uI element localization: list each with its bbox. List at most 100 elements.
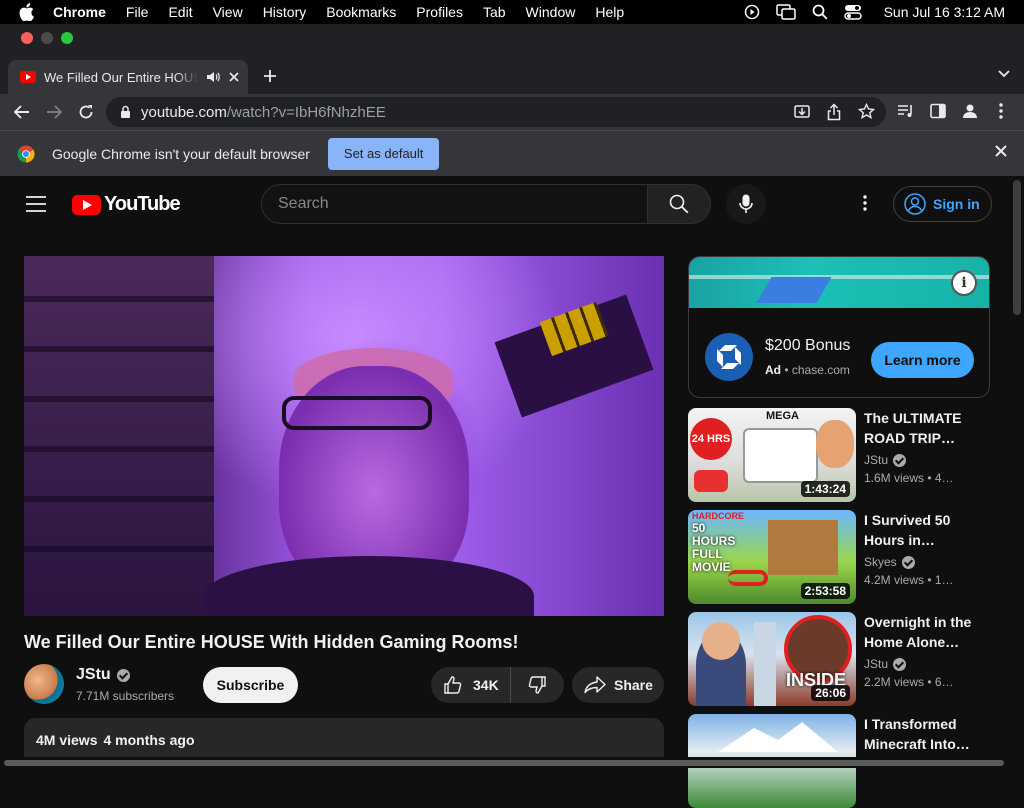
install-app-icon[interactable] <box>793 103 811 121</box>
channel-name[interactable]: Skyes <box>864 555 915 569</box>
horizontal-scrollbar[interactable] <box>0 757 1010 768</box>
tab-title: We Filled Our Entire HOUSE With Hidden G… <box>44 69 198 85</box>
channel-name[interactable]: JStu <box>864 657 907 671</box>
video-player[interactable] <box>24 256 664 616</box>
close-window-button[interactable] <box>21 32 33 44</box>
youtube-favicon-icon <box>20 71 36 83</box>
menu-view[interactable]: View <box>213 4 243 20</box>
video-title[interactable]: I Survived 50 Hours in… <box>864 510 974 550</box>
tab-search-chevron-icon[interactable] <box>998 70 1010 78</box>
subscribe-button[interactable]: Subscribe <box>203 667 298 703</box>
channel-name-text[interactable]: JStu <box>864 453 888 467</box>
channel-name[interactable]: JStu <box>76 666 130 684</box>
audio-playing-icon[interactable] <box>206 70 220 84</box>
video-frame-shirt <box>204 556 534 616</box>
ad-source: Ad • chase.com <box>765 363 850 377</box>
share-label: Share <box>614 677 653 693</box>
menu-edit[interactable]: Edit <box>168 4 192 20</box>
lock-icon[interactable] <box>120 105 131 119</box>
default-browser-infobar: Google Chrome isn't your default browser… <box>0 130 1024 176</box>
ad-banner-image[interactable] <box>689 257 989 308</box>
control-center-icon[interactable] <box>843 4 862 20</box>
screen-mirroring-icon[interactable] <box>775 4 796 20</box>
verified-badge-icon <box>893 453 907 467</box>
channel-name-text[interactable]: JStu <box>76 666 111 684</box>
tab-youtube-video[interactable]: We Filled Our Entire HOUSE With Hidden G… <box>8 60 248 94</box>
menu-history[interactable]: History <box>263 4 307 20</box>
new-tab-button[interactable] <box>260 66 280 86</box>
sign-in-button[interactable]: Sign in <box>893 186 992 222</box>
menu-tab[interactable]: Tab <box>483 4 506 20</box>
menu-file[interactable]: File <box>126 4 149 20</box>
address-bar[interactable]: youtube.com/watch?v=IbH6fNhzhEE <box>106 97 886 127</box>
minimize-window-button[interactable] <box>41 32 53 44</box>
dislike-button[interactable] <box>511 675 563 695</box>
thumbnail-badge: 24 HRS <box>690 418 732 460</box>
play-status-icon[interactable] <box>744 4 760 20</box>
reload-button[interactable] <box>75 101 97 123</box>
sponsored-ad-card[interactable]: i $200 Bonus Ad • chase.com Learn more <box>688 256 990 398</box>
menu-profiles[interactable]: Profiles <box>416 4 463 20</box>
menu-window[interactable]: Window <box>526 4 576 20</box>
video-metadata: 4.2M views • 1… <box>864 573 954 587</box>
subscriber-count: 7.71M subscribers <box>76 689 175 703</box>
share-page-icon[interactable] <box>826 103 842 121</box>
chrome-menu-icon[interactable] <box>999 103 1003 119</box>
zoom-window-button[interactable] <box>61 32 73 44</box>
video-thumbnail[interactable]: INSIDE 26:06 <box>688 612 856 706</box>
youtube-logo[interactable]: YouTube <box>72 193 181 216</box>
side-panel-icon[interactable] <box>930 103 946 119</box>
video-title[interactable]: I Transformed Minecraft Into… <box>864 714 974 754</box>
guide-menu-icon[interactable] <box>26 196 46 212</box>
video-thumbnail[interactable]: HARDCORE 50 HOURS FULL MOVIE 2:53:58 <box>688 510 856 604</box>
profile-icon[interactable] <box>962 103 978 119</box>
like-dislike-group: 34K <box>431 667 564 703</box>
menubar-clock[interactable]: Sun Jul 16 3:12 AM <box>884 4 1005 20</box>
menu-bookmarks[interactable]: Bookmarks <box>326 4 396 20</box>
channel-name-text[interactable]: Skyes <box>864 555 897 569</box>
apple-icon[interactable] <box>18 3 36 21</box>
recommended-video[interactable]: 24 HRS MEGA 1:43:24 The ULTIMATE ROAD TR… <box>688 408 990 502</box>
search-input[interactable]: Search <box>261 184 649 224</box>
forward-button[interactable] <box>43 101 65 123</box>
ad-headline: $200 Bonus <box>765 337 851 354</box>
window-titlebar <box>0 24 1024 53</box>
close-infobar-icon[interactable] <box>995 145 1007 157</box>
video-duration: 26:06 <box>811 685 850 701</box>
video-metadata: 2.2M views • 6… <box>864 675 954 689</box>
verified-badge-icon <box>901 555 915 569</box>
url-path: /watch?v=IbH6fNhzhEE <box>226 103 386 121</box>
thumbnail-caption: MEGA <box>766 410 799 422</box>
bookmark-star-icon[interactable] <box>858 103 875 120</box>
channel-name[interactable]: JStu <box>864 453 907 467</box>
menu-app-chrome[interactable]: Chrome <box>53 4 106 20</box>
ad-info-icon[interactable]: i <box>951 270 977 296</box>
settings-kebab-icon[interactable] <box>856 194 874 212</box>
voice-search-button[interactable] <box>726 184 766 224</box>
channel-name-text[interactable]: JStu <box>864 657 888 671</box>
share-button[interactable]: Share <box>572 667 664 703</box>
search-icon <box>669 194 689 214</box>
set-as-default-button[interactable]: Set as default <box>327 137 440 170</box>
channel-avatar[interactable] <box>24 664 64 704</box>
spotlight-search-icon[interactable] <box>812 4 828 20</box>
search-button[interactable] <box>647 184 711 224</box>
horizontal-scrollbar-thumb[interactable] <box>4 760 1004 766</box>
video-title[interactable]: Overnight in the Home Alone… <box>864 612 974 652</box>
back-button[interactable] <box>11 101 33 123</box>
close-tab-icon[interactable] <box>228 71 240 83</box>
video-duration: 1:43:24 <box>800 481 850 497</box>
microphone-icon <box>739 194 753 214</box>
video-thumbnail[interactable]: 24 HRS MEGA 1:43:24 <box>688 408 856 502</box>
like-button[interactable]: 34K <box>431 667 511 703</box>
media-controls-icon[interactable] <box>897 103 915 119</box>
video-title: We Filled Our Entire HOUSE With Hidden G… <box>24 632 519 652</box>
recommended-video[interactable]: HARDCORE 50 HOURS FULL MOVIE 2:53:58 I S… <box>688 510 990 604</box>
recommended-video[interactable]: INSIDE 26:06 Overnight in the Home Alone… <box>688 612 990 706</box>
like-count: 34K <box>473 677 499 693</box>
learn-more-button[interactable]: Learn more <box>871 342 974 378</box>
vertical-scrollbar-thumb[interactable] <box>1013 180 1021 315</box>
menu-help[interactable]: Help <box>595 4 624 20</box>
youtube-play-logo-icon <box>72 194 101 215</box>
video-title[interactable]: The ULTIMATE ROAD TRIP… <box>864 408 974 448</box>
